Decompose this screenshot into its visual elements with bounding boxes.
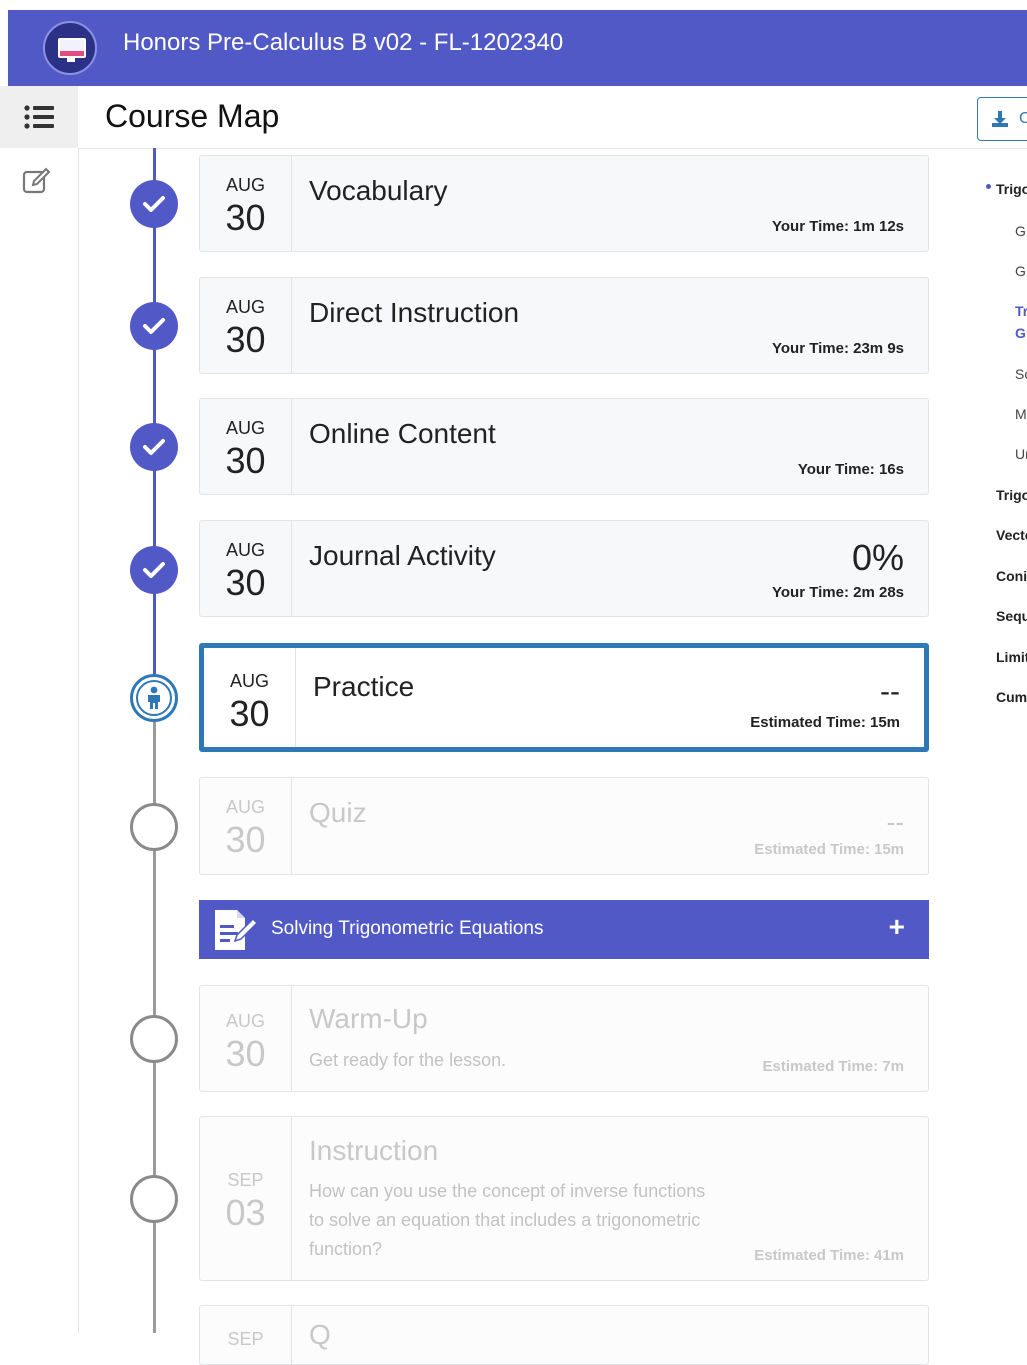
activity-time: Estimated Time: 7m: [762, 1058, 904, 1075]
complete-check-icon: [130, 546, 178, 594]
current-person-icon: [130, 674, 178, 722]
activity-title: Q: [309, 1319, 331, 1350]
activity-date: AUG 30: [200, 278, 292, 373]
activity-score: --: [880, 675, 900, 708]
activity-date: AUG 30: [200, 778, 292, 874]
app-logo-icon[interactable]: [43, 21, 97, 75]
course-title: Honors Pre-Calculus B v02 - FL-1202340: [123, 29, 564, 56]
activity-title: Instruction: [309, 1135, 439, 1166]
activity-card-journal-activity[interactable]: AUG 30 Journal Activity 0% Your Time: 2m…: [199, 520, 929, 617]
date-month: AUG: [225, 175, 265, 195]
date-day: 30: [225, 562, 266, 603]
activity-title: Practice: [313, 671, 415, 702]
activity-score: --: [886, 807, 904, 837]
outline-unit-item[interactable]: Vecto: [996, 526, 1027, 544]
activity-date: SEP: [200, 1306, 292, 1364]
date-month: SEP: [227, 1329, 264, 1349]
activity-time: Estimated Time: 41m: [754, 1247, 904, 1264]
left-rail: [0, 86, 79, 1333]
incomplete-circle-icon: [130, 803, 178, 851]
activity-title: Quiz: [309, 797, 367, 828]
activity-time: Your Time: 16s: [797, 461, 904, 478]
page-header: Course Map C: [78, 86, 1027, 149]
activity-date: AUG 30: [200, 399, 292, 494]
activity-card-instruction[interactable]: SEP 03 Instruction How can you use the c…: [199, 1116, 929, 1281]
activity-card-online-content[interactable]: AUG 30 Online Content Your Time: 16s: [199, 398, 929, 495]
date-month: AUG: [225, 540, 265, 560]
activity-title: Vocabulary: [309, 175, 448, 206]
date-month: AUG: [225, 1011, 265, 1031]
app-header: Honors Pre-Calculus B v02 - FL-1202340: [8, 10, 1027, 86]
activity-date: AUG 30: [200, 521, 292, 616]
outline-unit-item[interactable]: Cum: [996, 688, 1027, 706]
expand-plus-icon[interactable]: +: [889, 912, 905, 942]
date-day: 30: [225, 319, 266, 360]
activity-date: SEP 03: [200, 1117, 292, 1280]
activity-title: Online Content: [309, 418, 496, 449]
active-unit-dot: [986, 184, 991, 189]
activity-card-practice[interactable]: AUG 30 Practice -- Estimated Time: 15m: [199, 643, 929, 752]
list-icon: [24, 105, 54, 129]
page-title: Course Map: [105, 98, 280, 134]
date-day: 30: [229, 693, 270, 734]
activity-card-quiz[interactable]: AUG 30 Quiz -- Estimated Time: 15m: [199, 777, 929, 875]
date-month: AUG: [225, 418, 265, 438]
course-map-nav-button[interactable]: [0, 86, 78, 148]
download-icon: [992, 111, 1008, 127]
activity-time: Estimated Time: 15m: [754, 841, 904, 858]
download-button[interactable]: C: [977, 97, 1027, 141]
lesson-header-solving-trig-equations[interactable]: Solving Trigonometric Equations +: [199, 900, 929, 959]
activity-title: Journal Activity: [309, 540, 496, 571]
activity-card-vocabulary[interactable]: AUG 30 Vocabulary Your Time: 1m 12s: [199, 155, 929, 252]
complete-check-icon: [130, 423, 178, 471]
date-day: 03: [225, 1192, 266, 1233]
activity-description: Get ready for the lesson.: [309, 1050, 507, 1070]
outline-unit-item[interactable]: Coni: [996, 567, 1027, 585]
notes-nav-button[interactable]: [22, 166, 52, 196]
outline-lesson-item[interactable]: G: [1015, 222, 1026, 240]
activity-date: AUG 30: [200, 156, 292, 251]
lesson-title: Solving Trigonometric Equations: [271, 918, 544, 939]
outline-lesson-item[interactable]: So: [1015, 365, 1027, 383]
activity-date: AUG 30: [200, 986, 292, 1091]
activity-date: AUG 30: [204, 648, 296, 747]
incomplete-circle-icon: [130, 1015, 178, 1063]
activity-time: Your Time: 23m 9s: [772, 340, 904, 357]
lesson-document-icon: [215, 910, 259, 950]
date-month: AUG: [225, 297, 265, 317]
activity-title: Warm-Up: [309, 1003, 428, 1034]
outline-lesson-item[interactable]: Ur: [1015, 445, 1027, 463]
outline-lesson-item-active[interactable]: G: [1015, 324, 1026, 342]
outline-unit-item[interactable]: Sequ: [996, 607, 1027, 625]
outline-unit-item[interactable]: Limit: [996, 648, 1027, 666]
activity-time: Estimated Time: 15m: [750, 714, 900, 731]
outline-unit-item[interactable]: Trigo: [996, 180, 1027, 198]
activity-description: How can you use the concept of inverse f…: [309, 1181, 706, 1259]
incomplete-circle-icon: [130, 1175, 178, 1223]
date-month: AUG: [225, 797, 265, 817]
complete-check-icon: [130, 302, 178, 350]
outline-lesson-item-active[interactable]: Tr: [1015, 302, 1027, 320]
activity-card-warm-up[interactable]: AUG 30 Warm-Up Get ready for the lesson.…: [199, 985, 929, 1092]
unit-outline-panel: Trigo G G Tr G So M Ur Trigo Vecto Coni …: [980, 178, 1027, 738]
activity-time: Your Time: 1m 12s: [772, 218, 904, 235]
date-day: 30: [225, 197, 266, 238]
complete-check-icon: [130, 180, 178, 228]
date-day: 30: [225, 819, 266, 860]
edit-icon: [22, 167, 51, 194]
activity-time: Your Time: 2m 28s: [772, 584, 904, 601]
date-day: 30: [225, 1033, 266, 1074]
date-day: 30: [225, 440, 266, 481]
download-button-label: C: [1019, 110, 1027, 128]
activity-card-next[interactable]: SEP Q: [199, 1305, 929, 1365]
date-month: SEP: [227, 1170, 264, 1190]
activity-score: 0%: [851, 537, 904, 578]
outline-lesson-item[interactable]: G: [1015, 262, 1026, 280]
outline-unit-item[interactable]: Trigo: [996, 486, 1027, 504]
activity-title: Direct Instruction: [309, 297, 520, 328]
date-month: AUG: [229, 671, 269, 691]
outline-lesson-item[interactable]: M: [1015, 405, 1027, 423]
activity-card-direct-instruction[interactable]: AUG 30 Direct Instruction Your Time: 23m…: [199, 277, 929, 374]
